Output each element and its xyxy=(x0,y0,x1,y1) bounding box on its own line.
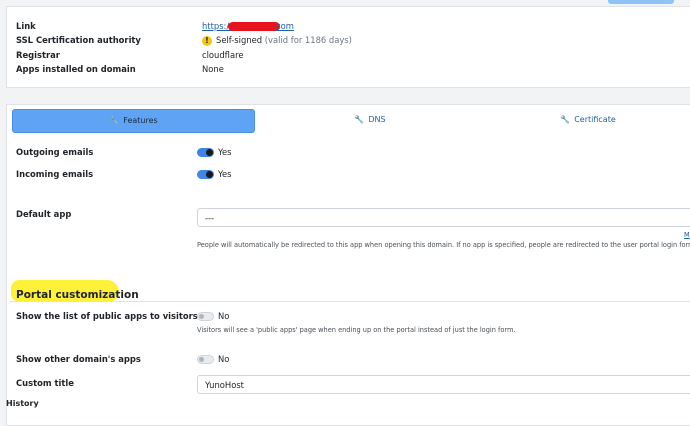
incoming-emails-toggle[interactable] xyxy=(197,170,214,179)
config-tabs: 🔧 Features 🔧 DNS 🔧 Certificate xyxy=(10,109,690,133)
public-apps-value: No xyxy=(218,311,230,321)
domain-config-card: 🔧 Features 🔧 DNS 🔧 Certificate Outgoing ema… xyxy=(6,104,690,426)
outgoing-emails-label: Outgoing emails xyxy=(16,147,94,157)
ssl-validity-note: (valid for 1186 days) xyxy=(264,35,352,45)
registrar-value: cloudflare xyxy=(202,50,244,60)
custom-title-input[interactable]: YunoHost xyxy=(197,375,690,394)
tab-dns[interactable]: 🔧 DNS xyxy=(260,109,480,131)
info-row-registrar: Registrar cloudflare xyxy=(16,49,244,61)
info-label: SSL Certification authority xyxy=(16,35,141,45)
section-divider xyxy=(10,301,690,302)
redaction-mark xyxy=(228,22,281,31)
wrench-icon: 🔧 xyxy=(560,115,571,124)
other-domains-apps-value: No xyxy=(218,354,230,364)
tab-certificate[interactable]: 🔧 Certificate xyxy=(488,109,688,131)
domain-info-card: Link https://com SSL Certification autho… xyxy=(6,6,690,88)
outgoing-emails-value: Yes xyxy=(218,147,232,157)
ssl-status: Self-signed xyxy=(216,35,263,45)
top-action-button[interactable] xyxy=(608,0,674,4)
info-row-link: Link https://com xyxy=(16,20,294,32)
tab-label: Certificate xyxy=(574,115,616,124)
apps-value: None xyxy=(202,64,224,74)
public-apps-label: Show the list of public apps to visitors xyxy=(16,311,198,321)
wrench-icon: 🔧 xyxy=(354,115,365,124)
info-label: Link xyxy=(16,21,36,31)
ssl-value: ! Self-signed (valid for 1186 days) xyxy=(202,34,352,46)
info-label: Apps installed on domain xyxy=(16,64,136,74)
domain-link[interactable]: https://com xyxy=(202,20,294,32)
info-label: Registrar xyxy=(16,50,60,60)
tab-label: Features xyxy=(123,116,158,125)
history-heading: History xyxy=(6,399,39,408)
info-row-ssl: SSL Certification authority ! Self-signed… xyxy=(16,34,352,46)
info-row-apps: Apps installed on domain None xyxy=(16,63,224,75)
public-apps-toggle[interactable] xyxy=(197,312,214,321)
domain-link-suffix[interactable]: com xyxy=(276,21,294,31)
warning-icon: ! xyxy=(202,35,212,46)
outgoing-emails-toggle[interactable] xyxy=(197,148,214,157)
incoming-emails-value: Yes xyxy=(218,169,232,179)
custom-title-label: Custom title xyxy=(16,378,74,388)
default-app-help: People will automatically be redirected … xyxy=(197,241,690,249)
tab-features[interactable]: 🔧 Features xyxy=(12,109,255,133)
tab-label: DNS xyxy=(368,115,386,124)
default-app-label: Default app xyxy=(16,209,72,219)
default-app-more-link[interactable]: M xyxy=(684,231,690,239)
incoming-emails-label: Incoming emails xyxy=(16,169,94,179)
other-domains-apps-toggle[interactable] xyxy=(197,355,214,364)
other-domains-apps-label: Show other domain's apps xyxy=(16,354,141,364)
portal-section-title: Portal customization xyxy=(16,289,139,301)
wrench-icon: 🔧 xyxy=(109,116,120,125)
default-app-select[interactable]: --- xyxy=(197,208,690,227)
public-apps-help: Visitors will see a 'public apps' page w… xyxy=(197,326,516,334)
